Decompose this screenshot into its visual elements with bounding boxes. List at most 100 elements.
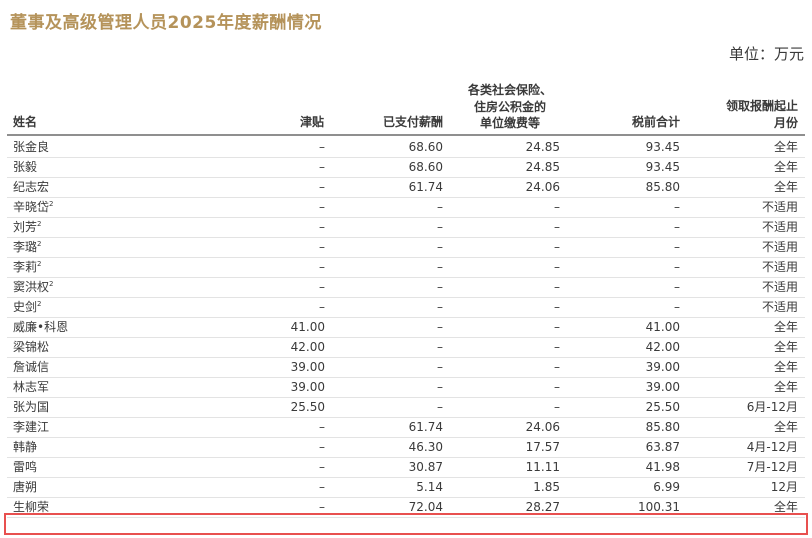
cell-allowance: 39.00 (290, 360, 325, 374)
cell-pretax-total: 25.50 (645, 400, 680, 414)
col-header-period-line1: 领取报酬起止 (725, 99, 798, 113)
cell-allowance: – (319, 160, 325, 174)
col-header-social-insurance-line2: 住房公积金的 (473, 99, 546, 114)
cell-period: 全年 (773, 360, 798, 374)
cell-allowance: – (319, 420, 325, 434)
cell-name: 詹诚信 (13, 357, 49, 377)
cell-pretax-total: 6.99 (653, 480, 680, 494)
cell-paid-salary: – (437, 260, 443, 274)
name-text: 李莉 (13, 260, 38, 274)
col-header-period: 领取报酬起止 月份 (690, 98, 798, 131)
highlight-box (4, 513, 808, 535)
table-row: 雷鸣 – 30.87 11.11 41.98 7月-12月 (7, 457, 805, 478)
name-text: 张金良 (13, 140, 50, 154)
cell-allowance: – (319, 460, 325, 474)
unit-label: 单位：万元 (728, 45, 804, 63)
cell-social-insurance: – (554, 360, 560, 374)
cell-pretax-total: 41.98 (645, 460, 680, 474)
cell-period: 4月-12月 (746, 440, 798, 454)
col-header-pretax-total: 税前合计 (631, 115, 680, 129)
cell-social-insurance: – (554, 320, 560, 334)
footnote-marker: 2 (37, 260, 42, 268)
cell-pretax-total: 41.00 (645, 320, 680, 334)
cell-period: 全年 (773, 320, 798, 334)
cell-paid-salary: 30.87 (408, 460, 443, 474)
cell-paid-salary: 46.30 (408, 440, 443, 454)
cell-allowance: – (319, 240, 325, 254)
cell-paid-salary: 5.14 (416, 480, 443, 494)
cell-period: 全年 (773, 380, 798, 394)
cell-pretax-total: 93.45 (645, 140, 680, 154)
cell-paid-salary: 61.74 (408, 420, 443, 434)
name-text: 唐朔 (13, 480, 38, 494)
cell-social-insurance: 24.85 (525, 140, 560, 154)
cell-period: 7月-12月 (746, 460, 798, 474)
name-text: 林志军 (13, 380, 50, 394)
cell-period: 不适用 (761, 220, 798, 234)
name-text: 张毅 (13, 160, 38, 174)
cell-paid-salary: – (437, 300, 443, 314)
cell-name: 威廉•科恩 (13, 317, 68, 337)
table-row: 纪志宏 – 61.74 24.06 85.80 全年 (7, 177, 805, 198)
cell-period: 全年 (773, 420, 798, 434)
cell-allowance: – (319, 180, 325, 194)
name-text: 李璐 (13, 240, 38, 254)
cell-social-insurance: 24.06 (525, 180, 560, 194)
table-row: 林志军 39.00 – – 39.00 全年 (7, 377, 805, 398)
cell-allowance: – (319, 260, 325, 274)
cell-allowance: – (319, 440, 325, 454)
cell-allowance: – (319, 200, 325, 214)
cell-social-insurance: – (554, 200, 560, 214)
name-text: 刘芳 (13, 220, 38, 234)
cell-social-insurance: – (554, 220, 560, 234)
cell-paid-salary: – (437, 320, 443, 334)
cell-paid-salary: – (437, 400, 443, 414)
cell-pretax-total: – (674, 200, 680, 214)
cell-pretax-total: – (674, 240, 680, 254)
cell-period: 12月 (770, 480, 798, 494)
cell-paid-salary: 68.60 (408, 160, 443, 174)
table-row: 韩静 – 46.30 17.57 63.87 4月-12月 (7, 437, 805, 458)
cell-name: 辛晓岱2 (13, 197, 53, 217)
cell-period: 不适用 (761, 200, 798, 214)
table-row: 张金良 – 68.60 24.85 93.45 全年 (7, 137, 805, 158)
cell-pretax-total: 85.80 (645, 420, 680, 434)
table-row: 刘芳2 – – – – 不适用 (7, 217, 805, 238)
cell-pretax-total: 93.45 (645, 160, 680, 174)
name-text: 纪志宏 (13, 180, 50, 194)
cell-social-insurance: 24.85 (525, 160, 560, 174)
cell-allowance: 41.00 (290, 320, 325, 334)
cell-social-insurance: 1.85 (533, 480, 560, 494)
cell-pretax-total: 39.00 (645, 360, 680, 374)
cell-social-insurance: – (554, 280, 560, 294)
cell-name: 唐朔 (13, 477, 37, 497)
name-text: 窦洪权 (13, 280, 50, 294)
cell-name: 雷鸣 (13, 457, 37, 477)
footnote-marker: 2 (37, 240, 42, 248)
cell-social-insurance: 17.57 (525, 440, 560, 454)
cell-paid-salary: – (437, 240, 443, 254)
cell-period: 不适用 (761, 260, 798, 274)
cell-social-insurance: – (554, 340, 560, 354)
cell-social-insurance: 11.11 (525, 460, 560, 474)
cell-period: 全年 (773, 160, 798, 174)
name-text: 史剑 (13, 300, 38, 314)
name-text: 生柳荣 (13, 500, 50, 514)
cell-social-insurance: – (554, 380, 560, 394)
col-header-name: 姓名 (13, 115, 38, 129)
table-row: 威廉•科恩 41.00 – – 41.00 全年 (7, 317, 805, 338)
table-row: 李莉2 – – – – 不适用 (7, 257, 805, 278)
col-header-social-insurance: 各类社会保险、 住房公积金的 单位缴费等 (455, 82, 565, 132)
page-title: 董事及高级管理人员2025年度薪酬情况 (10, 13, 322, 33)
header-rule (7, 134, 805, 136)
cell-pretax-total: – (674, 260, 680, 274)
cell-paid-salary: – (437, 380, 443, 394)
cell-paid-salary: – (437, 220, 443, 234)
cell-pretax-total: – (674, 280, 680, 294)
table-row: 史剑2 – – – – 不适用 (7, 297, 805, 318)
cell-allowance: – (319, 480, 325, 494)
cell-allowance: – (319, 220, 325, 234)
name-text: 李建江 (13, 420, 50, 434)
cell-period: 全年 (773, 180, 798, 194)
cell-pretax-total: – (674, 220, 680, 234)
